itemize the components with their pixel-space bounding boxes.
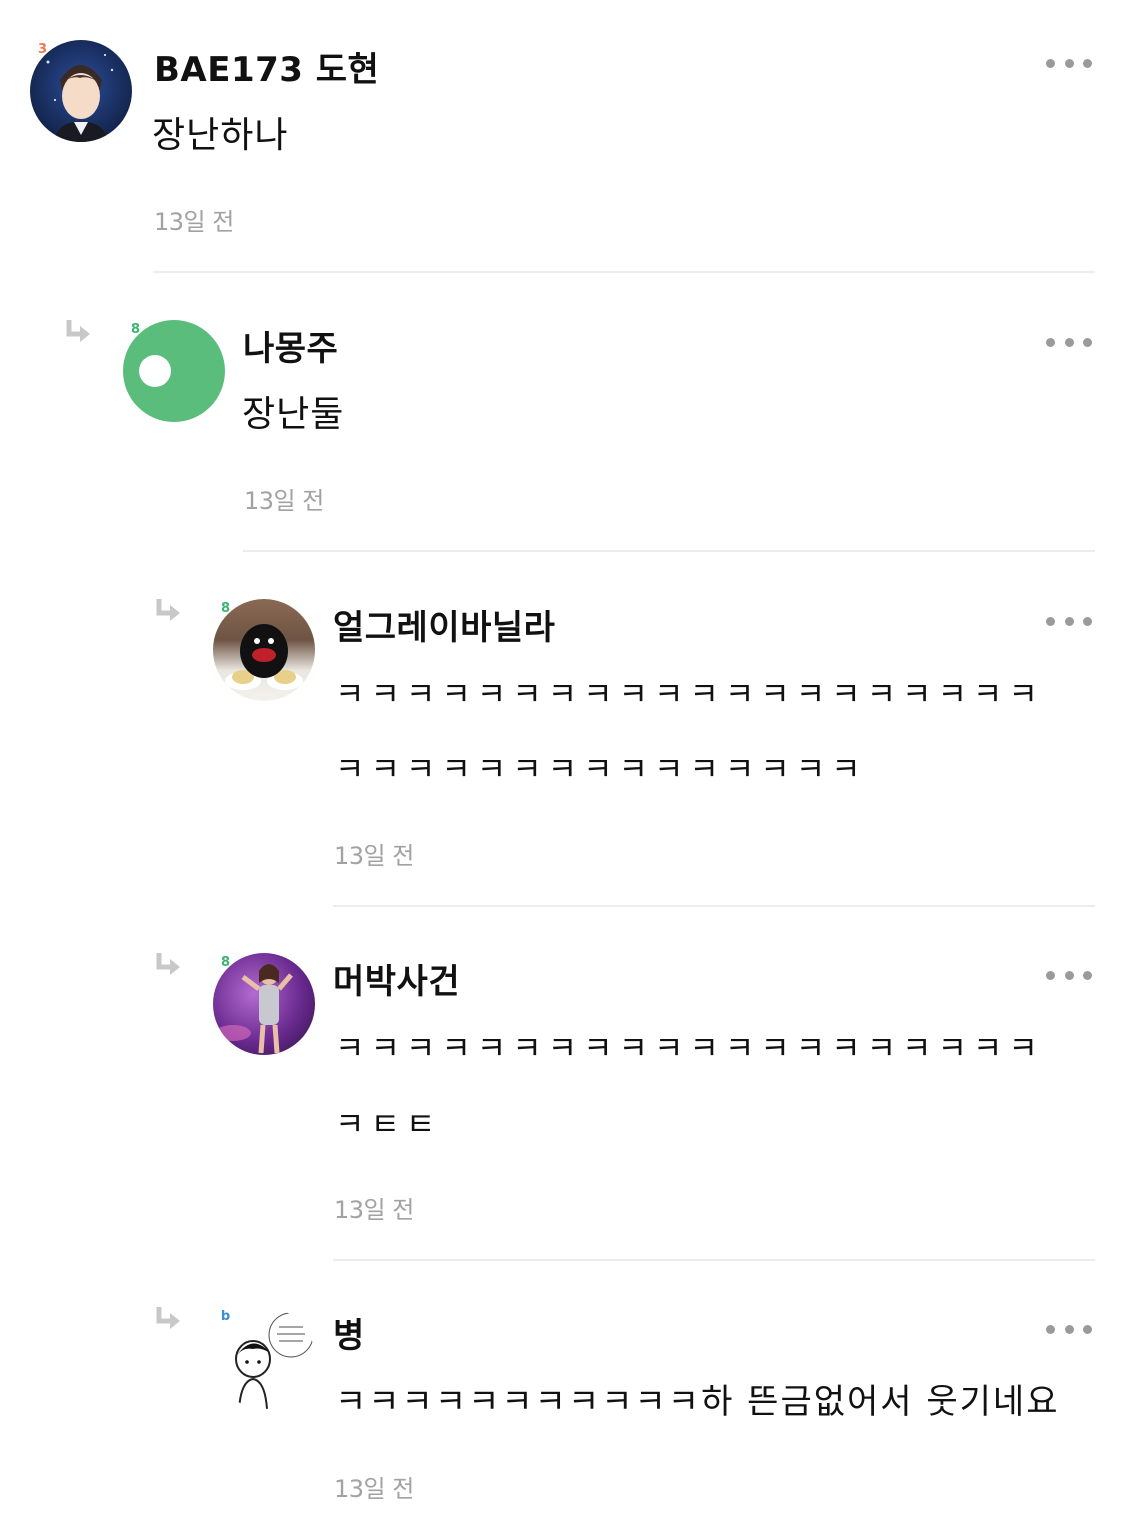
comment: b 병 ㅋㅋㅋㅋㅋㅋㅋㅋㅋㅋㅋ하 뜬금없어서 웃기네요 13일 전 bbox=[0, 0, 1125, 1523]
comment-text: ㅋㅋㅋㅋㅋㅋㅋㅋㅋㅋㅋ하 뜬금없어서 웃기네요 bbox=[335, 1382, 1060, 1422]
dot-icon bbox=[1046, 1324, 1055, 1334]
author-name[interactable]: 병 bbox=[333, 1308, 365, 1357]
dot-icon bbox=[1064, 1324, 1074, 1334]
comment-time: 13일 전 bbox=[334, 1475, 414, 1503]
level-badge: b bbox=[220, 1309, 231, 1324]
dot-icon bbox=[1083, 1324, 1092, 1334]
reply-arrow-icon bbox=[156, 1307, 180, 1329]
more-options-button[interactable] bbox=[1046, 1323, 1092, 1335]
